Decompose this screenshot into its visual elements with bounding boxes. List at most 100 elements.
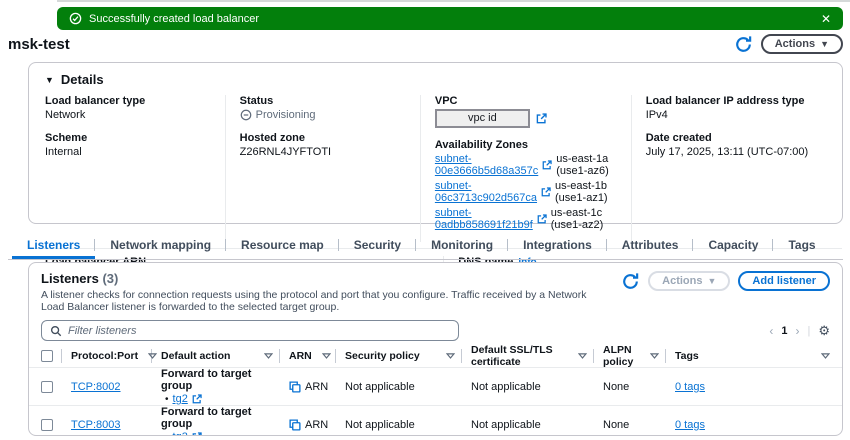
hosted-zone-label: Hosted zone: [240, 132, 408, 144]
lb-type-value: Network: [45, 109, 213, 121]
details-header[interactable]: ▼ Details: [29, 63, 842, 93]
external-link-icon[interactable]: [192, 394, 202, 404]
tab-resource-map[interactable]: Resource map: [226, 233, 339, 259]
tab-listeners[interactable]: Listeners: [12, 233, 95, 259]
col-tags: Tags: [675, 350, 699, 362]
preferences-gear-icon[interactable]: ⚙: [818, 323, 830, 339]
table-row: TCP:8002 Forward to target group • tg2 A…: [29, 368, 842, 405]
search-icon: [50, 325, 62, 337]
vpc-id-redacted: vpc id: [435, 109, 530, 128]
alpn-value: None: [603, 419, 675, 431]
tab-monitoring[interactable]: Monitoring: [416, 233, 508, 259]
default-action-title: Forward to target group: [161, 406, 281, 430]
tags-link[interactable]: 0 tags: [675, 419, 705, 431]
tab-attributes[interactable]: Attributes: [607, 233, 694, 259]
page-prev-icon[interactable]: ‹: [769, 324, 773, 338]
filter-caret-icon[interactable]: [446, 353, 455, 359]
copy-icon[interactable]: [289, 381, 301, 393]
vpc-label: VPC: [435, 95, 619, 107]
page-header: msk-test Actions ▼: [8, 34, 843, 54]
subnet-link[interactable]: subnet-06c3713c902d567ca: [435, 180, 537, 204]
listener-link[interactable]: TCP:8003: [71, 419, 121, 431]
listeners-actions-button[interactable]: Actions ▼: [648, 271, 730, 291]
actions-button-label: Actions: [775, 38, 815, 50]
az-label: Availability Zones: [435, 139, 619, 151]
filter-caret-icon[interactable]: [322, 353, 331, 359]
security-policy-value: Not applicable: [345, 419, 471, 431]
col-default-action: Default action: [161, 350, 230, 362]
table-row: TCP:8003 Forward to target group • tg3 A…: [29, 405, 842, 436]
success-check-icon: [69, 12, 82, 25]
banner-message: Successfully created load balancer: [89, 13, 259, 25]
arn-value: ARN: [305, 419, 328, 431]
tab-tags[interactable]: Tags: [773, 233, 830, 259]
external-link-icon[interactable]: [192, 432, 202, 436]
pagination: ‹ 1 › | ⚙: [769, 323, 830, 339]
ip-type-label: Load balancer IP address type: [646, 95, 814, 107]
external-link-icon[interactable]: [536, 113, 547, 124]
filter-caret-icon[interactable]: [821, 353, 830, 359]
external-link-icon[interactable]: [537, 214, 547, 224]
bullet: •: [165, 394, 169, 405]
scheme-value: Internal: [45, 146, 213, 158]
external-link-icon[interactable]: [541, 187, 551, 197]
col-protocol-port: Protocol:Port: [71, 350, 138, 362]
listeners-title-text: Listeners: [41, 271, 99, 286]
certificate-value: Not applicable: [471, 381, 603, 393]
row-checkbox[interactable]: [41, 419, 53, 431]
filter-caret-icon[interactable]: [264, 353, 273, 359]
listeners-count: (3): [102, 271, 118, 286]
filter-caret-icon[interactable]: [650, 353, 659, 359]
certificate-value: Not applicable: [471, 419, 603, 431]
col-security-policy: Security policy: [345, 350, 420, 362]
filter-caret-icon[interactable]: [148, 353, 157, 359]
actions-button[interactable]: Actions ▼: [761, 34, 843, 54]
az-zone: us-east-1c (use1-az2): [551, 207, 619, 231]
filter-listeners-input-box: [41, 320, 459, 341]
alpn-value: None: [603, 381, 675, 393]
listeners-table-header: Protocol:Port Default action ARN Securit…: [29, 345, 842, 368]
hosted-zone-value: Z26RNL4JYFTOTI: [240, 146, 408, 158]
lb-type-label: Load balancer type: [45, 95, 213, 107]
top-edge-line: [57, 0, 850, 2]
page-next-icon[interactable]: ›: [795, 324, 799, 338]
scheme-label: Scheme: [45, 132, 213, 144]
page-title: msk-test: [8, 36, 70, 53]
divider: |: [807, 325, 810, 337]
col-alpn-policy: ALPN policy: [603, 344, 640, 368]
tab-capacity[interactable]: Capacity: [693, 233, 773, 259]
listeners-title: Listeners (3): [41, 271, 611, 286]
listeners-actions-label: Actions: [662, 275, 702, 287]
target-group-link[interactable]: tg2: [173, 393, 188, 405]
tags-link[interactable]: 0 tags: [675, 381, 705, 393]
tab-network-mapping[interactable]: Network mapping: [95, 233, 226, 259]
refresh-button[interactable]: [734, 35, 753, 54]
caret-down-icon: ▼: [820, 39, 829, 49]
listener-link[interactable]: TCP:8002: [71, 381, 121, 393]
row-checkbox[interactable]: [41, 381, 53, 393]
az-zone: us-east-1b (use1-az1): [555, 180, 619, 204]
col-ssl-certificate: Default SSL/TLS certificate: [471, 344, 568, 368]
caret-down-icon: ▼: [708, 276, 717, 286]
tab-integrations[interactable]: Integrations: [508, 233, 607, 259]
listeners-refresh-button[interactable]: [621, 272, 640, 291]
collapse-caret-icon: ▼: [45, 75, 54, 85]
filter-listeners-input[interactable]: [68, 325, 450, 337]
add-listener-button[interactable]: Add listener: [738, 271, 830, 291]
bullet: •: [165, 432, 169, 437]
banner-close-icon[interactable]: ✕: [821, 13, 831, 25]
arn-value: ARN: [305, 381, 328, 393]
listeners-panel: Listeners (3) A listener checks for conn…: [28, 262, 843, 436]
target-group-link[interactable]: tg3: [173, 431, 188, 436]
subnet-link[interactable]: subnet-00e3666b5d68a357c: [435, 153, 538, 177]
date-created-value: July 17, 2025, 13:11 (UTC-07:00): [646, 146, 814, 158]
select-all-checkbox[interactable]: [41, 350, 53, 362]
external-link-icon[interactable]: [542, 160, 552, 170]
subnet-link[interactable]: subnet-0adbb858691f21b9f: [435, 207, 533, 231]
security-policy-value: Not applicable: [345, 381, 471, 393]
az-zone: us-east-1a (use1-az6): [556, 153, 618, 177]
tab-bar: Listeners Network mapping Resource map S…: [8, 233, 843, 260]
filter-caret-icon[interactable]: [578, 353, 587, 359]
tab-security[interactable]: Security: [339, 233, 416, 259]
copy-icon[interactable]: [289, 419, 301, 431]
